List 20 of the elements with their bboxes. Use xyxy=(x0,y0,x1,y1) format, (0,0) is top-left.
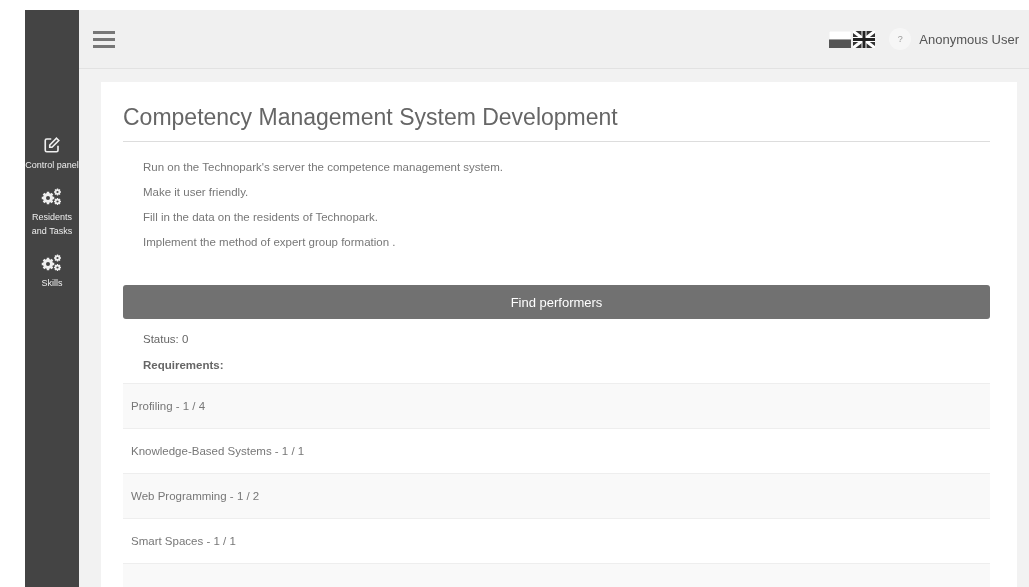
task-text: Make it user friendly. xyxy=(143,185,250,200)
requirement-row: Web Programming - 1 / 2 xyxy=(123,473,990,518)
task-text: Implement the method of expert group formation . xyxy=(143,235,397,250)
gears-icon xyxy=(41,254,63,272)
sidebar-item[interactable]: Control panel xyxy=(25,136,79,172)
status-text: Status: 0 xyxy=(142,333,190,345)
requirement-row: Profiling - 1 / 4 xyxy=(123,383,990,428)
flag-icon[interactable] xyxy=(853,30,876,48)
gears-icon xyxy=(41,188,63,206)
task-text: Fill in the data on the residents of Technopark. xyxy=(143,210,380,225)
user-name[interactable]: Anonymous User xyxy=(919,31,1019,47)
requirements-label: Requirements: xyxy=(142,359,225,371)
menu-icon[interactable] xyxy=(93,30,115,48)
page-title: Competency Management System Development xyxy=(123,104,990,142)
flag-icon[interactable] xyxy=(829,30,852,48)
find-performers-button[interactable]: Find performers xyxy=(123,285,990,319)
edit-icon xyxy=(43,136,61,154)
sidebar-item[interactable]: Residents and Tasks xyxy=(25,188,79,238)
sidebar-item[interactable]: Skills xyxy=(25,254,79,290)
task-text: Run on the Technopark's server the competence management system. xyxy=(143,160,504,175)
